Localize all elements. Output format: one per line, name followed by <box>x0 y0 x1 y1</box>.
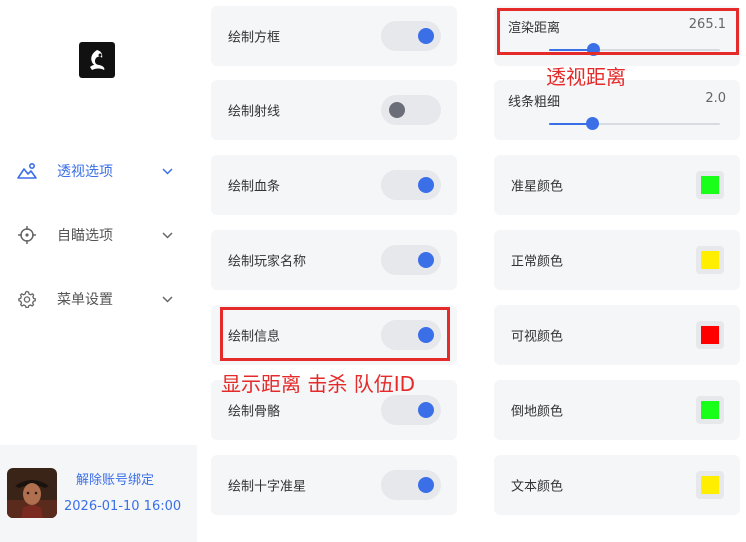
color-label: 倒地颜色 <box>511 404 564 420</box>
color-label: 文本颜色 <box>511 479 564 495</box>
crosshair-color-swatch[interactable] <box>696 171 724 199</box>
color-label: 可视颜色 <box>511 329 564 345</box>
draw-box-toggle[interactable] <box>381 21 441 51</box>
sidebar-item-label: 自瞄选项 <box>57 228 113 244</box>
toggle-label: 绘制骨骼 <box>228 404 281 420</box>
color-card-crosshair: 准星颜色 <box>494 155 740 215</box>
toggle-knob <box>389 102 405 118</box>
toggle-card-health: 绘制血条 <box>211 155 457 215</box>
sidebar-item-esp[interactable]: 透视选项 <box>0 156 197 186</box>
toggle-label: 绘制十字准星 <box>228 479 307 495</box>
color-fill <box>701 401 719 419</box>
annotation-box-render-distance <box>497 8 739 55</box>
toggle-label: 绘制血条 <box>228 179 281 195</box>
text-color-swatch[interactable] <box>696 471 724 499</box>
line-width-slider[interactable] <box>549 117 720 130</box>
draw-ray-toggle[interactable] <box>381 95 441 125</box>
draw-skeleton-toggle[interactable] <box>381 395 441 425</box>
unbind-account-link[interactable]: 解除账号绑定 <box>76 469 154 488</box>
color-card-text: 文本颜色 <box>494 455 740 515</box>
sidebar-item-aimbot[interactable]: 自瞄选项 <box>0 220 197 250</box>
toggle-knob <box>418 477 434 493</box>
toggle-card-ray: 绘制射线 <box>211 80 457 140</box>
sidebar-item-menu-settings[interactable]: 菜单设置 <box>0 284 197 314</box>
color-fill <box>701 251 719 269</box>
crosshair-icon <box>17 225 37 245</box>
chevron-down-icon <box>161 165 173 177</box>
slider-thumb[interactable] <box>585 117 599 130</box>
color-fill <box>701 326 719 344</box>
draw-health-toggle[interactable] <box>381 170 441 200</box>
color-label: 准星颜色 <box>511 179 564 195</box>
color-fill <box>701 176 719 194</box>
toggle-knob <box>418 402 434 418</box>
avatar <box>7 468 57 518</box>
sidebar-item-label: 透视选项 <box>57 164 113 180</box>
color-card-visible: 可视颜色 <box>494 305 740 365</box>
draw-player-name-toggle[interactable] <box>381 245 441 275</box>
settings-panel: 绘制方框 绘制射线 绘制血条 绘制玩家名称 绘制信息 绘制骨骼 绘制十字准星 渲… <box>197 0 746 542</box>
normal-color-swatch[interactable] <box>696 246 724 274</box>
toggle-card-crosshair: 绘制十字准星 <box>211 455 457 515</box>
toggle-card-box: 绘制方框 <box>211 6 457 66</box>
toggle-label: 绘制玩家名称 <box>228 254 307 270</box>
sidebar: 透视选项 自瞄选项 菜单设置 解除账号绑定 2026-01-10 16:00 <box>0 0 197 542</box>
toggle-label: 绘制射线 <box>228 104 281 120</box>
color-card-downed: 倒地颜色 <box>494 380 740 440</box>
annotation-info: 显示距离 击杀 队伍ID <box>221 372 416 396</box>
mountain-sun-icon <box>17 161 37 181</box>
toggle-card-name: 绘制玩家名称 <box>211 230 457 290</box>
app-logo <box>79 42 115 78</box>
annotation-box-info <box>220 307 450 361</box>
chevron-down-icon <box>161 229 173 241</box>
downed-color-swatch[interactable] <box>696 396 724 424</box>
gear-icon <box>17 289 37 309</box>
draw-crosshair-toggle[interactable] <box>381 470 441 500</box>
color-label: 正常颜色 <box>511 254 564 270</box>
sidebar-item-label: 菜单设置 <box>57 292 113 308</box>
color-card-normal: 正常颜色 <box>494 230 740 290</box>
toggle-label: 绘制方框 <box>228 30 281 46</box>
toggle-knob <box>418 252 434 268</box>
expiry-date: 2026-01-10 16:00 <box>64 499 182 514</box>
toggle-knob <box>418 28 434 44</box>
chevron-down-icon <box>161 293 173 305</box>
slider-label: 线条粗细 <box>508 95 561 110</box>
visible-color-swatch[interactable] <box>696 321 724 349</box>
color-fill <box>701 476 719 494</box>
annotation-render-distance: 透视距离 <box>546 65 626 89</box>
toggle-knob <box>418 177 434 193</box>
slider-value: 2.0 <box>705 91 726 106</box>
